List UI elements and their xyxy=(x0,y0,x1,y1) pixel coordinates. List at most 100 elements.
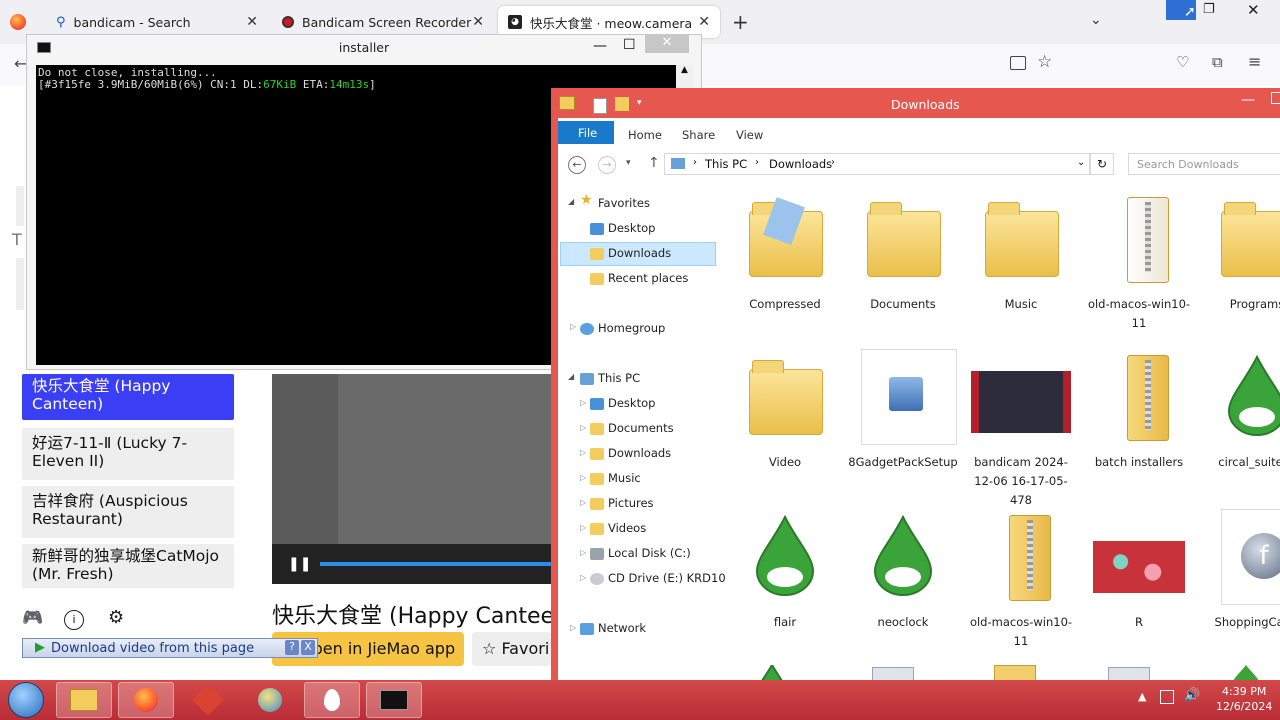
nav-homegroup[interactable]: Homegroup xyxy=(598,321,665,335)
sidebar-item-auspicious-restaurant[interactable]: 吉祥食府 (Auspicious Restaurant) xyxy=(22,486,234,538)
bookmark-star-icon[interactable]: ☆ xyxy=(1037,52,1052,72)
start-button[interactable] xyxy=(8,682,44,718)
file-item[interactable]: f ShoppingCartF xyxy=(1202,509,1280,632)
expand-arrow-icon[interactable]: ▷ xyxy=(570,623,576,632)
network-tray-icon[interactable] xyxy=(1160,690,1174,704)
discord-icon[interactable]: 🎮 xyxy=(22,608,43,628)
close-window-icon[interactable]: ✕ xyxy=(1247,1,1260,19)
sidebar-item-happy-canteen[interactable]: 快乐大食堂 (Happy Canteen) xyxy=(22,374,234,420)
nav-pc-pictures[interactable]: Pictures xyxy=(608,496,654,510)
scroll-up-icon[interactable]: ▲ xyxy=(676,65,693,75)
nav-pc-cd-drive[interactable]: CD Drive (E:) KRD10 xyxy=(608,571,726,585)
pause-icon[interactable]: ❚❚ xyxy=(288,556,311,572)
video-progress-bar[interactable] xyxy=(320,562,552,566)
file-item[interactable]: neoclock xyxy=(848,509,958,632)
taskbar-console[interactable] xyxy=(366,682,422,718)
customize-chevron-icon[interactable]: ▾ xyxy=(637,98,642,108)
taskbar-firefox[interactable] xyxy=(118,682,174,718)
file-item[interactable]: R xyxy=(1084,509,1194,632)
nav-pc-downloads[interactable]: Downloads xyxy=(608,446,671,460)
clock[interactable]: 4:39 PM 12/6/2024 xyxy=(1216,684,1272,714)
forward-arrow-icon[interactable]: → xyxy=(598,156,616,174)
taskbar-explorer[interactable] xyxy=(56,682,112,718)
maximize-icon[interactable]: ☐ xyxy=(623,37,636,53)
close-tab-icon[interactable]: ✕ xyxy=(698,14,710,30)
nav-favorites[interactable]: Favorites xyxy=(598,196,650,210)
recent-chevron-icon[interactable]: ▾ xyxy=(626,158,631,168)
taskbar-app-red[interactable] xyxy=(180,682,236,718)
document-icon[interactable] xyxy=(872,667,914,680)
file-item[interactable]: bandicam 2024-12-06 16-17-05-478 xyxy=(966,349,1076,510)
restore-icon[interactable]: ❐ xyxy=(1203,2,1215,17)
help-icon[interactable]: ? xyxy=(285,640,299,655)
new-folder-icon[interactable] xyxy=(615,97,629,111)
file-item[interactable]: old-macos-win10-11 xyxy=(1084,191,1194,333)
expand-arrow-icon[interactable]: ▷ xyxy=(580,423,586,432)
expand-arrow-icon[interactable]: ▷ xyxy=(570,322,576,331)
menu-hamburger-icon[interactable]: ≡ xyxy=(1248,52,1261,71)
zip-folder-icon[interactable] xyxy=(994,665,1036,680)
tab-view[interactable]: View xyxy=(736,128,763,142)
expand-arrow-icon[interactable]: ▷ xyxy=(580,548,586,557)
maximize-icon[interactable] xyxy=(1271,92,1280,104)
back-arrow-icon[interactable]: ← xyxy=(568,156,586,174)
breadcrumb-downloads[interactable]: Downloads xyxy=(769,157,832,171)
tab-list-chevron-icon[interactable]: ⌄ xyxy=(1090,12,1102,28)
firefox-icon[interactable] xyxy=(10,14,26,30)
close-tab-icon[interactable]: ✕ xyxy=(246,14,258,30)
file-item[interactable]: Documents xyxy=(848,191,958,314)
properties-icon[interactable] xyxy=(593,98,607,114)
expand-arrow-icon[interactable]: ▷ xyxy=(580,498,586,507)
info-icon[interactable]: i xyxy=(64,610,84,630)
file-item[interactable]: Programs xyxy=(1202,191,1280,314)
expand-arrow-icon[interactable]: ▷ xyxy=(580,573,586,582)
volume-icon[interactable]: 🔊 xyxy=(1184,688,1200,703)
extensions-icon[interactable]: ⧉ xyxy=(1212,53,1223,71)
download-bar-label[interactable]: Download video from this page xyxy=(51,641,254,656)
file-item[interactable]: Video xyxy=(730,349,840,472)
drop-icon[interactable] xyxy=(742,662,802,680)
image-edit-icon[interactable] xyxy=(1010,56,1026,70)
tab-home[interactable]: Home xyxy=(628,128,662,142)
nav-pc-music[interactable]: Music xyxy=(608,471,641,485)
nav-pc-documents[interactable]: Documents xyxy=(608,421,674,435)
dropdown-chevron-icon[interactable]: ⌄ xyxy=(1077,157,1085,168)
nav-network[interactable]: Network xyxy=(598,621,646,635)
new-tab-button[interactable]: + xyxy=(732,10,749,34)
file-item[interactable]: circal_suite_1 xyxy=(1202,349,1280,472)
taskbar-app-globe[interactable] xyxy=(242,682,298,718)
file-item[interactable]: flair xyxy=(730,509,840,632)
download-helper-bar[interactable]: ▶ Download video from this page ? X xyxy=(22,638,318,658)
nav-pc-local-disk[interactable]: Local Disk (C:) xyxy=(608,546,691,560)
pocket-icon[interactable]: ♡ xyxy=(1176,53,1189,71)
tray-chevron-icon[interactable]: ▲ xyxy=(1138,690,1146,703)
video-player[interactable]: ❚❚ xyxy=(272,374,552,584)
file-item[interactable]: 8GadgetPackSetup xyxy=(848,349,958,472)
file-item[interactable]: Music xyxy=(966,191,1076,314)
minimize-icon[interactable]: — xyxy=(593,38,607,54)
sidebar-item-mr-fresh[interactable]: 新鲜哥的独享城堡CatMojo (Mr. Fresh) xyxy=(22,544,234,588)
nav-recent-places[interactable]: Recent places xyxy=(608,271,688,285)
expand-arrow-icon[interactable]: ▷ xyxy=(580,448,586,457)
up-arrow-icon[interactable]: ↑ xyxy=(648,155,660,171)
expand-arrow-icon[interactable]: ▷ xyxy=(580,523,586,532)
breadcrumb-this-pc[interactable]: This PC xyxy=(705,157,747,171)
minimize-icon[interactable]: — xyxy=(1241,92,1255,108)
expand-arrow-icon[interactable]: ◢ xyxy=(568,197,574,206)
nav-this-pc[interactable]: This PC xyxy=(598,371,640,385)
nav-desktop[interactable]: Desktop xyxy=(608,221,655,235)
settings-gear-icon[interactable]: ⚙ xyxy=(108,607,124,628)
sidebar-item-lucky-7-eleven[interactable]: 好运7-11-Ⅱ (Lucky 7-Eleven II) xyxy=(22,428,234,480)
taskbar-drop-app[interactable] xyxy=(304,682,360,718)
document-icon[interactable] xyxy=(1108,667,1150,680)
search-input[interactable]: Search Downloads xyxy=(1128,153,1280,175)
close-window-button[interactable]: ✕ xyxy=(645,35,689,53)
file-item[interactable]: batch installers xyxy=(1084,349,1194,472)
drop-icon[interactable] xyxy=(1226,665,1266,680)
expand-arrow-icon[interactable]: ▷ xyxy=(580,473,586,482)
close-tab-icon[interactable]: ✕ xyxy=(472,14,484,30)
nav-pc-desktop[interactable]: Desktop xyxy=(608,396,655,410)
file-explorer-window[interactable]: ▾ Downloads — File Home Share View ← → ▾… xyxy=(551,88,1280,680)
file-item[interactable]: Compressed xyxy=(730,191,840,314)
close-icon[interactable]: X xyxy=(301,640,315,655)
